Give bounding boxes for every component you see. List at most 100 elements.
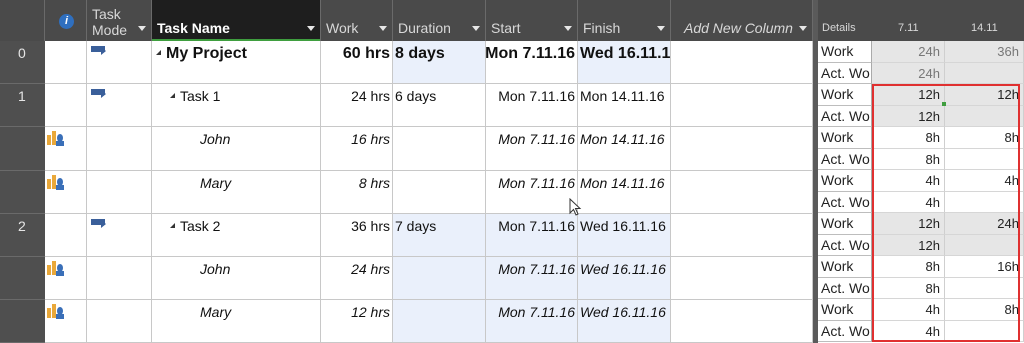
start-cell[interactable]: Mon 7.11.16 [486, 300, 578, 343]
task-row[interactable]: Mary 8 hrs Mon 7.11.16 Mon 14.11.16 [0, 171, 813, 214]
work-cell[interactable]: 12 hrs [321, 300, 393, 343]
task-mode-cell[interactable] [87, 214, 152, 257]
task-mode-cell[interactable] [87, 171, 152, 214]
indicators-column-header[interactable]: i [45, 0, 87, 41]
finish-cell[interactable]: Mon 14.11.16 [578, 84, 671, 127]
row-id[interactable]: 2 [0, 214, 45, 257]
timephased-cell[interactable]: 8h [945, 127, 1024, 149]
timephased-cell[interactable] [945, 105, 1024, 127]
empty-cell[interactable] [671, 300, 813, 343]
empty-cell[interactable] [671, 41, 813, 84]
finish-cell[interactable]: Wed 16.11.16 [578, 41, 671, 84]
start-cell[interactable]: Mon 7.11.16 [486, 41, 578, 84]
duration-cell[interactable]: 7 days [393, 214, 486, 257]
empty-cell[interactable] [671, 84, 813, 127]
empty-cell[interactable] [671, 171, 813, 214]
indicator-cell[interactable] [45, 41, 87, 84]
duration-cell[interactable]: 6 days [393, 84, 486, 127]
work-cell[interactable]: 16 hrs [321, 127, 393, 171]
name-cell[interactable]: John [152, 127, 321, 171]
duration-cell[interactable] [393, 300, 486, 343]
name-cell[interactable]: Mary [152, 300, 321, 343]
start-cell[interactable]: Mon 7.11.16 [486, 214, 578, 257]
start-cell[interactable]: Mon 7.11.16 [486, 127, 578, 171]
timephased-cell[interactable] [945, 148, 1024, 170]
finish-cell[interactable]: Wed 16.11.16 [578, 300, 671, 343]
empty-cell[interactable] [671, 214, 813, 257]
task-name-column-header[interactable]: Task Name [152, 0, 321, 41]
timephased-cell[interactable]: 16h [945, 256, 1024, 278]
select-all-corner[interactable] [0, 0, 45, 41]
timephased-cell[interactable]: 12h [945, 84, 1024, 106]
name-cell[interactable]: John [152, 257, 321, 300]
add-new-column-header[interactable]: Add New Column [671, 0, 813, 41]
row-id[interactable]: 1 [0, 84, 45, 127]
timephased-cell[interactable]: 4h [872, 299, 945, 321]
name-cell[interactable]: Mary [152, 171, 321, 214]
timephased-cell[interactable]: 24h [872, 62, 945, 84]
start-cell[interactable]: Mon 7.11.16 [486, 84, 578, 127]
task-row[interactable]: Mary 12 hrs Mon 7.11.16 Wed 16.11.16 [0, 300, 813, 343]
task-row[interactable]: 0 My Project 60 hrs 8 days Mon 7.11.16 Wed 16… [0, 41, 813, 84]
finish-cell[interactable]: Wed 16.11.16 [578, 257, 671, 300]
name-cell[interactable]: Task 1 [152, 84, 321, 127]
task-mode-cell[interactable] [87, 41, 152, 84]
collapse-triangle-icon[interactable] [156, 50, 161, 55]
timephased-cell[interactable]: 24h [872, 41, 945, 63]
duration-cell[interactable]: 8 days [393, 41, 486, 84]
finish-column-header[interactable]: Finish [578, 0, 671, 41]
selected-cell-handle[interactable] [942, 102, 946, 106]
row-id[interactable] [0, 300, 45, 343]
duration-cell[interactable] [393, 171, 486, 214]
duration-cell[interactable] [393, 127, 486, 171]
work-column-header[interactable]: Work [321, 0, 393, 41]
timephased-cell[interactable] [945, 191, 1024, 213]
task-mode-cell[interactable] [87, 257, 152, 300]
task-mode-cell[interactable] [87, 300, 152, 343]
chevron-down-icon[interactable] [138, 26, 146, 31]
task-mode-cell[interactable] [87, 127, 152, 171]
timephased-cell[interactable]: 4h [945, 170, 1024, 192]
collapse-triangle-icon[interactable] [170, 93, 175, 98]
task-row[interactable]: John 16 hrs Mon 7.11.16 Mon 14.11.16 [0, 127, 813, 171]
name-cell[interactable]: Task 2 [152, 214, 321, 257]
timephased-cell[interactable]: 12h [872, 213, 945, 235]
timephased-cell[interactable]: 36h [945, 41, 1024, 63]
timephased-cell[interactable]: 8h [945, 299, 1024, 321]
start-cell[interactable]: Mon 7.11.16 [486, 171, 578, 214]
work-cell[interactable]: 60 hrs [321, 41, 393, 84]
row-id[interactable] [0, 257, 45, 300]
task-row[interactable]: 1 Task 1 24 hrs 6 days Mon 7.11.16 Mon 14.11.… [0, 84, 813, 127]
task-mode-column-header[interactable]: Task Mode [87, 0, 152, 41]
timephased-cell[interactable]: 8h [872, 148, 945, 170]
work-cell[interactable]: 8 hrs [321, 171, 393, 214]
chevron-down-icon[interactable] [564, 26, 572, 31]
row-id[interactable]: 0 [0, 41, 45, 84]
timephased-cell[interactable] [945, 277, 1024, 299]
start-cell[interactable]: Mon 7.11.16 [486, 257, 578, 300]
work-cell[interactable]: 36 hrs [321, 214, 393, 257]
timephased-cell[interactable]: 8h [872, 277, 945, 299]
chevron-down-icon[interactable] [799, 26, 807, 31]
timephased-cell[interactable]: 12h [872, 234, 945, 256]
task-mode-cell[interactable] [87, 84, 152, 127]
task-row[interactable]: 2 Task 2 36 hrs 7 days Mon 7.11.16 Wed 16.11.… [0, 214, 813, 257]
duration-cell[interactable] [393, 257, 486, 300]
timephased-cell[interactable] [945, 234, 1024, 256]
work-cell[interactable]: 24 hrs [321, 257, 393, 300]
timephased-cell[interactable]: 12h [872, 84, 945, 106]
timephased-cell[interactable]: 8h [872, 127, 945, 149]
empty-cell[interactable] [671, 127, 813, 171]
chevron-down-icon[interactable] [307, 26, 315, 31]
name-cell[interactable]: My Project [152, 41, 321, 84]
collapse-triangle-icon[interactable] [170, 223, 175, 228]
timephased-cell[interactable]: 12h [872, 105, 945, 127]
timephased-cell[interactable]: 4h [872, 191, 945, 213]
chevron-down-icon[interactable] [657, 26, 665, 31]
timephased-cell[interactable] [945, 320, 1024, 342]
details-header[interactable]: Details [818, 0, 873, 41]
empty-cell[interactable] [671, 257, 813, 300]
indicator-cell[interactable] [45, 214, 87, 257]
row-id[interactable] [0, 171, 45, 214]
timephased-cell[interactable] [945, 62, 1024, 84]
